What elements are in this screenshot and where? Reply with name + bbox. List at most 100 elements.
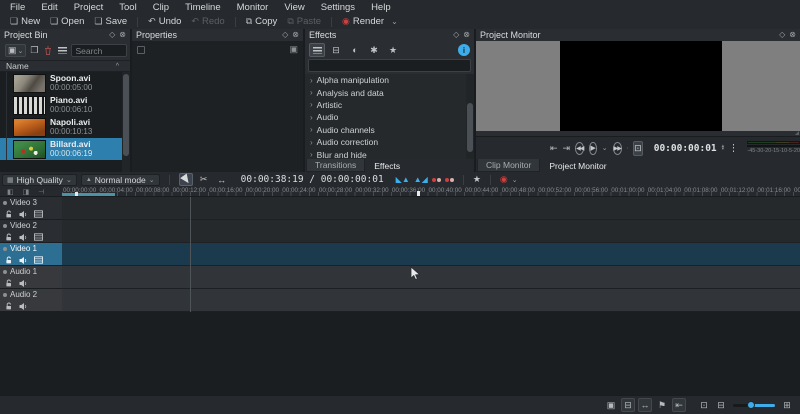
- close-panel-icon[interactable]: ⊗: [463, 31, 470, 39]
- toolbar-button[interactable]: ❏ Save: [89, 15, 132, 28]
- toolbar-button[interactable]: ⧉ Paste: [282, 15, 326, 28]
- timeline-playhead-line[interactable]: [190, 197, 191, 312]
- track-config-icon[interactable]: ◨: [23, 188, 30, 196]
- mute-icon[interactable]: [19, 302, 28, 311]
- timecode-spinner[interactable]: ▴▾: [722, 145, 725, 151]
- zoom-out-button[interactable]: ⊟: [714, 398, 728, 412]
- delete-clip-button[interactable]: [42, 44, 54, 57]
- clip-item[interactable]: Piano.avi 00:00:06:10: [0, 94, 122, 116]
- close-panel-icon[interactable]: ⊗: [292, 31, 299, 39]
- chevron-down-icon[interactable]: ⌄: [512, 176, 518, 184]
- track-lane[interactable]: [62, 220, 800, 243]
- timeline-ruler[interactable]: ◧ ◨ ⊣ 00:00:00:0000:00:04:0000:00:08:000…: [0, 187, 800, 197]
- monitor-overlay-button[interactable]: ▣: [604, 398, 618, 412]
- close-panel-icon[interactable]: ⊗: [789, 31, 796, 39]
- go-to-start-button[interactable]: ⇤: [550, 144, 558, 153]
- clip-item[interactable]: Billard.avi 00:00:06:19: [0, 138, 122, 160]
- toolbar-button[interactable]: ↶ Redo: [186, 15, 229, 28]
- track-header[interactable]: Video 1: [0, 243, 62, 266]
- mute-icon[interactable]: [19, 256, 28, 265]
- effect-category[interactable]: › Analysis and data: [305, 86, 466, 98]
- menu-item[interactable]: Settings: [313, 1, 363, 14]
- toolbar-button[interactable]: ↶ Undo: [143, 15, 186, 28]
- clip-item[interactable]: Spoon.avi 00:00:05:00: [0, 72, 122, 94]
- favorite-effects-star-button[interactable]: ★: [473, 174, 481, 185]
- properties-checkbox[interactable]: [137, 46, 145, 54]
- effects-scrollbar[interactable]: [466, 74, 474, 159]
- zone-mode-button[interactable]: ⊡: [633, 141, 643, 156]
- timeline-timecode[interactable]: 00:00:38:19 / 00:00:00:01: [241, 174, 384, 185]
- quality-dropdown[interactable]: ▦ High Quality ⌄: [2, 174, 77, 186]
- track-area[interactable]: [62, 197, 800, 312]
- playhead-marker[interactable]: [417, 191, 420, 196]
- effect-category[interactable]: › Audio channels: [305, 124, 466, 136]
- audio-record-button[interactable]: [445, 178, 454, 182]
- bin-menu-button[interactable]: [56, 44, 69, 57]
- audio-effects-button[interactable]: ◐: [347, 43, 363, 57]
- dock-tab[interactable]: Effects: [366, 159, 408, 172]
- render-button[interactable]: ◉ Render: [337, 15, 403, 28]
- snap-button[interactable]: ⇤: [672, 398, 686, 412]
- track-lane[interactable]: [62, 197, 800, 220]
- extract-zone-button[interactable]: ▲◢: [414, 175, 428, 184]
- play-button[interactable]: ▶: [589, 142, 596, 155]
- monitor-seek-bar[interactable]: [476, 131, 800, 137]
- effect-category[interactable]: › Artistic: [305, 99, 466, 111]
- menu-item[interactable]: Tool: [111, 1, 144, 14]
- bin-search-input[interactable]: [71, 44, 127, 57]
- menu-item[interactable]: Clip: [145, 1, 177, 14]
- menu-item[interactable]: File: [2, 1, 33, 14]
- fast-forward-button[interactable]: ▶▶: [613, 142, 622, 155]
- lock-icon[interactable]: [5, 302, 13, 311]
- bin-column-header[interactable]: Name ^: [0, 60, 130, 72]
- clip-item[interactable]: Napoli.avi 00:00:10:13: [0, 116, 122, 138]
- dock-tab[interactable]: Transitions: [306, 159, 365, 172]
- video-thumbnails-button[interactable]: ⊟: [621, 398, 635, 412]
- toolbar-button[interactable]: ❏ Open: [45, 15, 89, 28]
- mute-icon[interactable]: [19, 233, 28, 242]
- audio-thumbnails-button[interactable]: ↔: [638, 398, 652, 412]
- spacer-tool-button[interactable]: ↔: [215, 173, 229, 186]
- zoom-slider-handle[interactable]: [747, 401, 755, 409]
- timeline-zone-bar[interactable]: [62, 193, 115, 196]
- custom-effects-button[interactable]: ✱: [366, 43, 382, 57]
- audio-split-button[interactable]: [432, 178, 441, 182]
- selection-tool-button[interactable]: [179, 173, 193, 186]
- bin-scrollbar[interactable]: [122, 72, 130, 172]
- track-header[interactable]: Audio 1: [0, 266, 62, 289]
- create-folder-button[interactable]: ❒: [28, 44, 40, 57]
- mute-icon[interactable]: [19, 210, 28, 219]
- dock-tab[interactable]: Clip Monitor: [477, 159, 540, 172]
- lock-icon[interactable]: [5, 233, 13, 242]
- menu-item[interactable]: View: [276, 1, 312, 14]
- menu-item[interactable]: Monitor: [229, 1, 277, 14]
- close-panel-icon[interactable]: ⊗: [119, 31, 126, 39]
- render-zone-button[interactable]: ◉: [500, 174, 508, 185]
- timeline-zoom-slider[interactable]: [733, 398, 775, 412]
- zoom-in-button[interactable]: ⊞: [780, 398, 794, 412]
- marker-comments-button[interactable]: ⚑: [655, 398, 669, 412]
- rewind-button[interactable]: ◀◀: [575, 142, 584, 155]
- track-lane[interactable]: [62, 289, 800, 312]
- menu-item[interactable]: Project: [66, 1, 112, 14]
- volume-icon[interactable]: [627, 143, 628, 153]
- monitor-menu-button[interactable]: [733, 144, 734, 152]
- favorite-effects-button[interactable]: ★: [385, 43, 401, 57]
- float-panel-icon[interactable]: ◇: [779, 31, 785, 39]
- track-header[interactable]: Video 3: [0, 197, 62, 220]
- lock-icon[interactable]: [5, 256, 13, 265]
- razor-tool-button[interactable]: ✂: [197, 173, 211, 186]
- monitor-video-area[interactable]: [476, 41, 800, 131]
- effect-category[interactable]: › Alpha manipulation: [305, 74, 466, 86]
- pin-panel-icon[interactable]: ▣: [289, 44, 298, 55]
- insert-zone-button[interactable]: ◣▲: [396, 175, 410, 184]
- go-to-end-button[interactable]: ⇥: [563, 144, 571, 153]
- effect-category[interactable]: › Blur and hide: [305, 148, 466, 159]
- video-hide-icon[interactable]: [34, 233, 43, 241]
- effects-search-input[interactable]: [308, 59, 471, 72]
- zoom-fit-button[interactable]: ⊡: [697, 398, 711, 412]
- menu-item[interactable]: Timeline: [177, 1, 229, 14]
- mute-icon[interactable]: [19, 279, 28, 288]
- video-hide-icon[interactable]: [34, 210, 43, 218]
- effect-category[interactable]: › Audio correction: [305, 136, 466, 148]
